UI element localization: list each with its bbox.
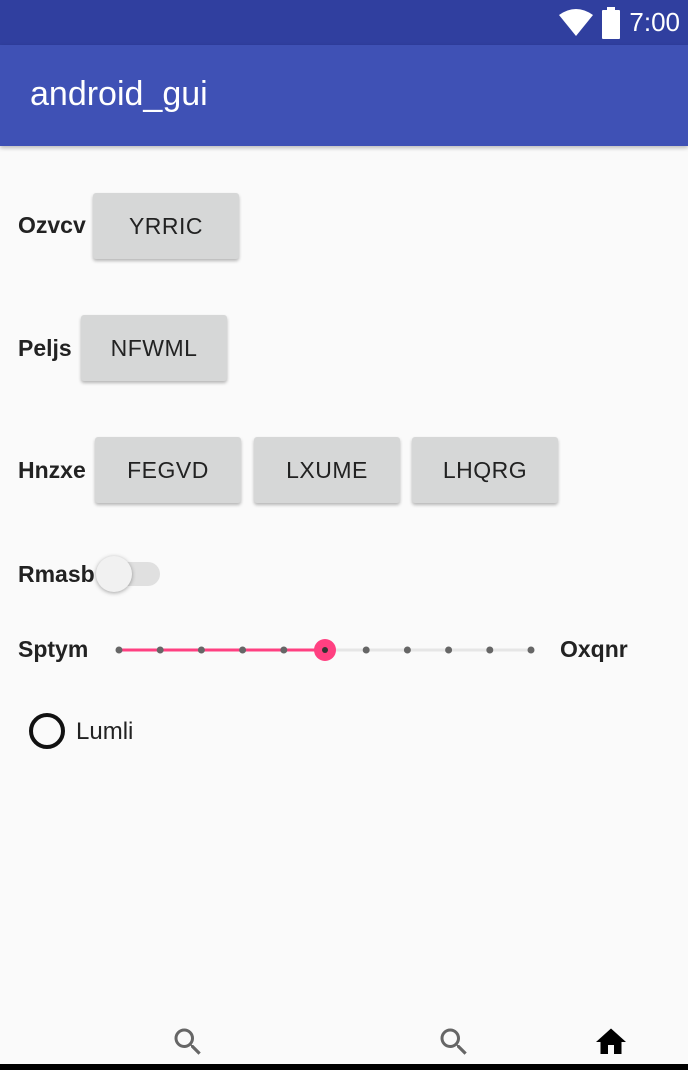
home-icon[interactable] — [593, 1024, 629, 1060]
lhqrg-button[interactable]: LHQRG — [412, 437, 558, 503]
seekbar-thumb-dot — [322, 647, 328, 653]
nav-bar-edge — [0, 1064, 688, 1070]
seekbar-label-left: Sptym — [18, 636, 89, 662]
status-time: 7:00 — [629, 7, 680, 37]
yrric-button[interactable]: YRRIC — [93, 193, 239, 259]
seekbar-tick — [156, 646, 164, 654]
status-bar: 7:00 — [0, 0, 688, 45]
switch-label: Rmasb — [18, 561, 95, 587]
switch-thumb[interactable] — [96, 556, 132, 592]
fegvd-button[interactable]: FEGVD — [95, 437, 241, 503]
seekbar-tick — [115, 646, 123, 654]
row-label-ozvcv: Ozvcv — [18, 212, 86, 238]
seekbar-tick — [239, 646, 247, 654]
search-icon[interactable] — [436, 1024, 472, 1060]
seekbar-tick — [197, 646, 205, 654]
row-label-hnzxe: Hnzxe — [18, 457, 86, 483]
seekbar-tick — [486, 646, 494, 654]
nfwml-button[interactable]: NFWML — [81, 315, 227, 381]
app-title: android_gui — [30, 75, 208, 113]
bottom-nav — [0, 1010, 688, 1066]
lxume-button[interactable]: LXUME — [254, 437, 400, 503]
search-icon[interactable] — [170, 1024, 206, 1060]
app-bar: android_gui — [0, 45, 688, 146]
status-icons: 7:00 — [559, 0, 680, 45]
row-label-peljs: Peljs — [18, 335, 72, 361]
seekbar-tick — [362, 646, 370, 654]
seekbar-tick — [445, 646, 453, 654]
battery-icon — [602, 6, 621, 39]
wifi-icon — [559, 8, 594, 36]
seekbar-label-right: Oxqnr — [560, 636, 628, 662]
seekbar-tick — [280, 646, 288, 654]
seekbar-tick — [527, 646, 535, 654]
radio-label: Lumli — [76, 718, 134, 745]
seekbar[interactable] — [108, 634, 548, 666]
radio-button[interactable] — [29, 713, 65, 749]
seekbar-tick — [403, 646, 411, 654]
